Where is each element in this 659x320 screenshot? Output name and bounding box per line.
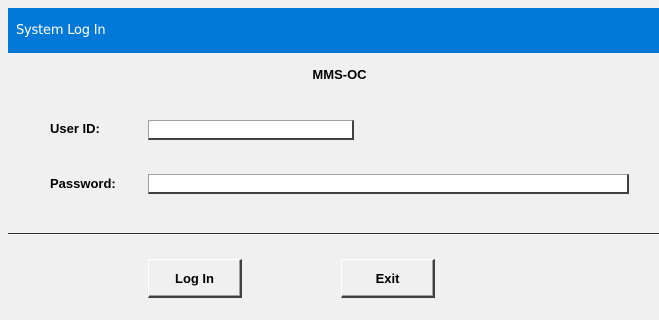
login-window: System Log In MMS-OC User ID: Password: … <box>8 8 659 320</box>
login-form: MMS-OC User ID: Password: Log In Exit <box>8 53 659 320</box>
log-in-button[interactable]: Log In <box>148 259 242 298</box>
password-label: Password: <box>50 176 116 191</box>
title-bar[interactable]: System Log In <box>8 8 659 53</box>
window-title: System Log In <box>16 23 106 38</box>
app-name-heading: MMS-OC <box>312 67 367 82</box>
password-field[interactable] <box>148 174 629 194</box>
separator-line <box>8 233 659 235</box>
user-id-label: User ID: <box>50 121 100 136</box>
exit-button[interactable]: Exit <box>341 259 435 298</box>
user-id-field[interactable] <box>148 120 354 140</box>
